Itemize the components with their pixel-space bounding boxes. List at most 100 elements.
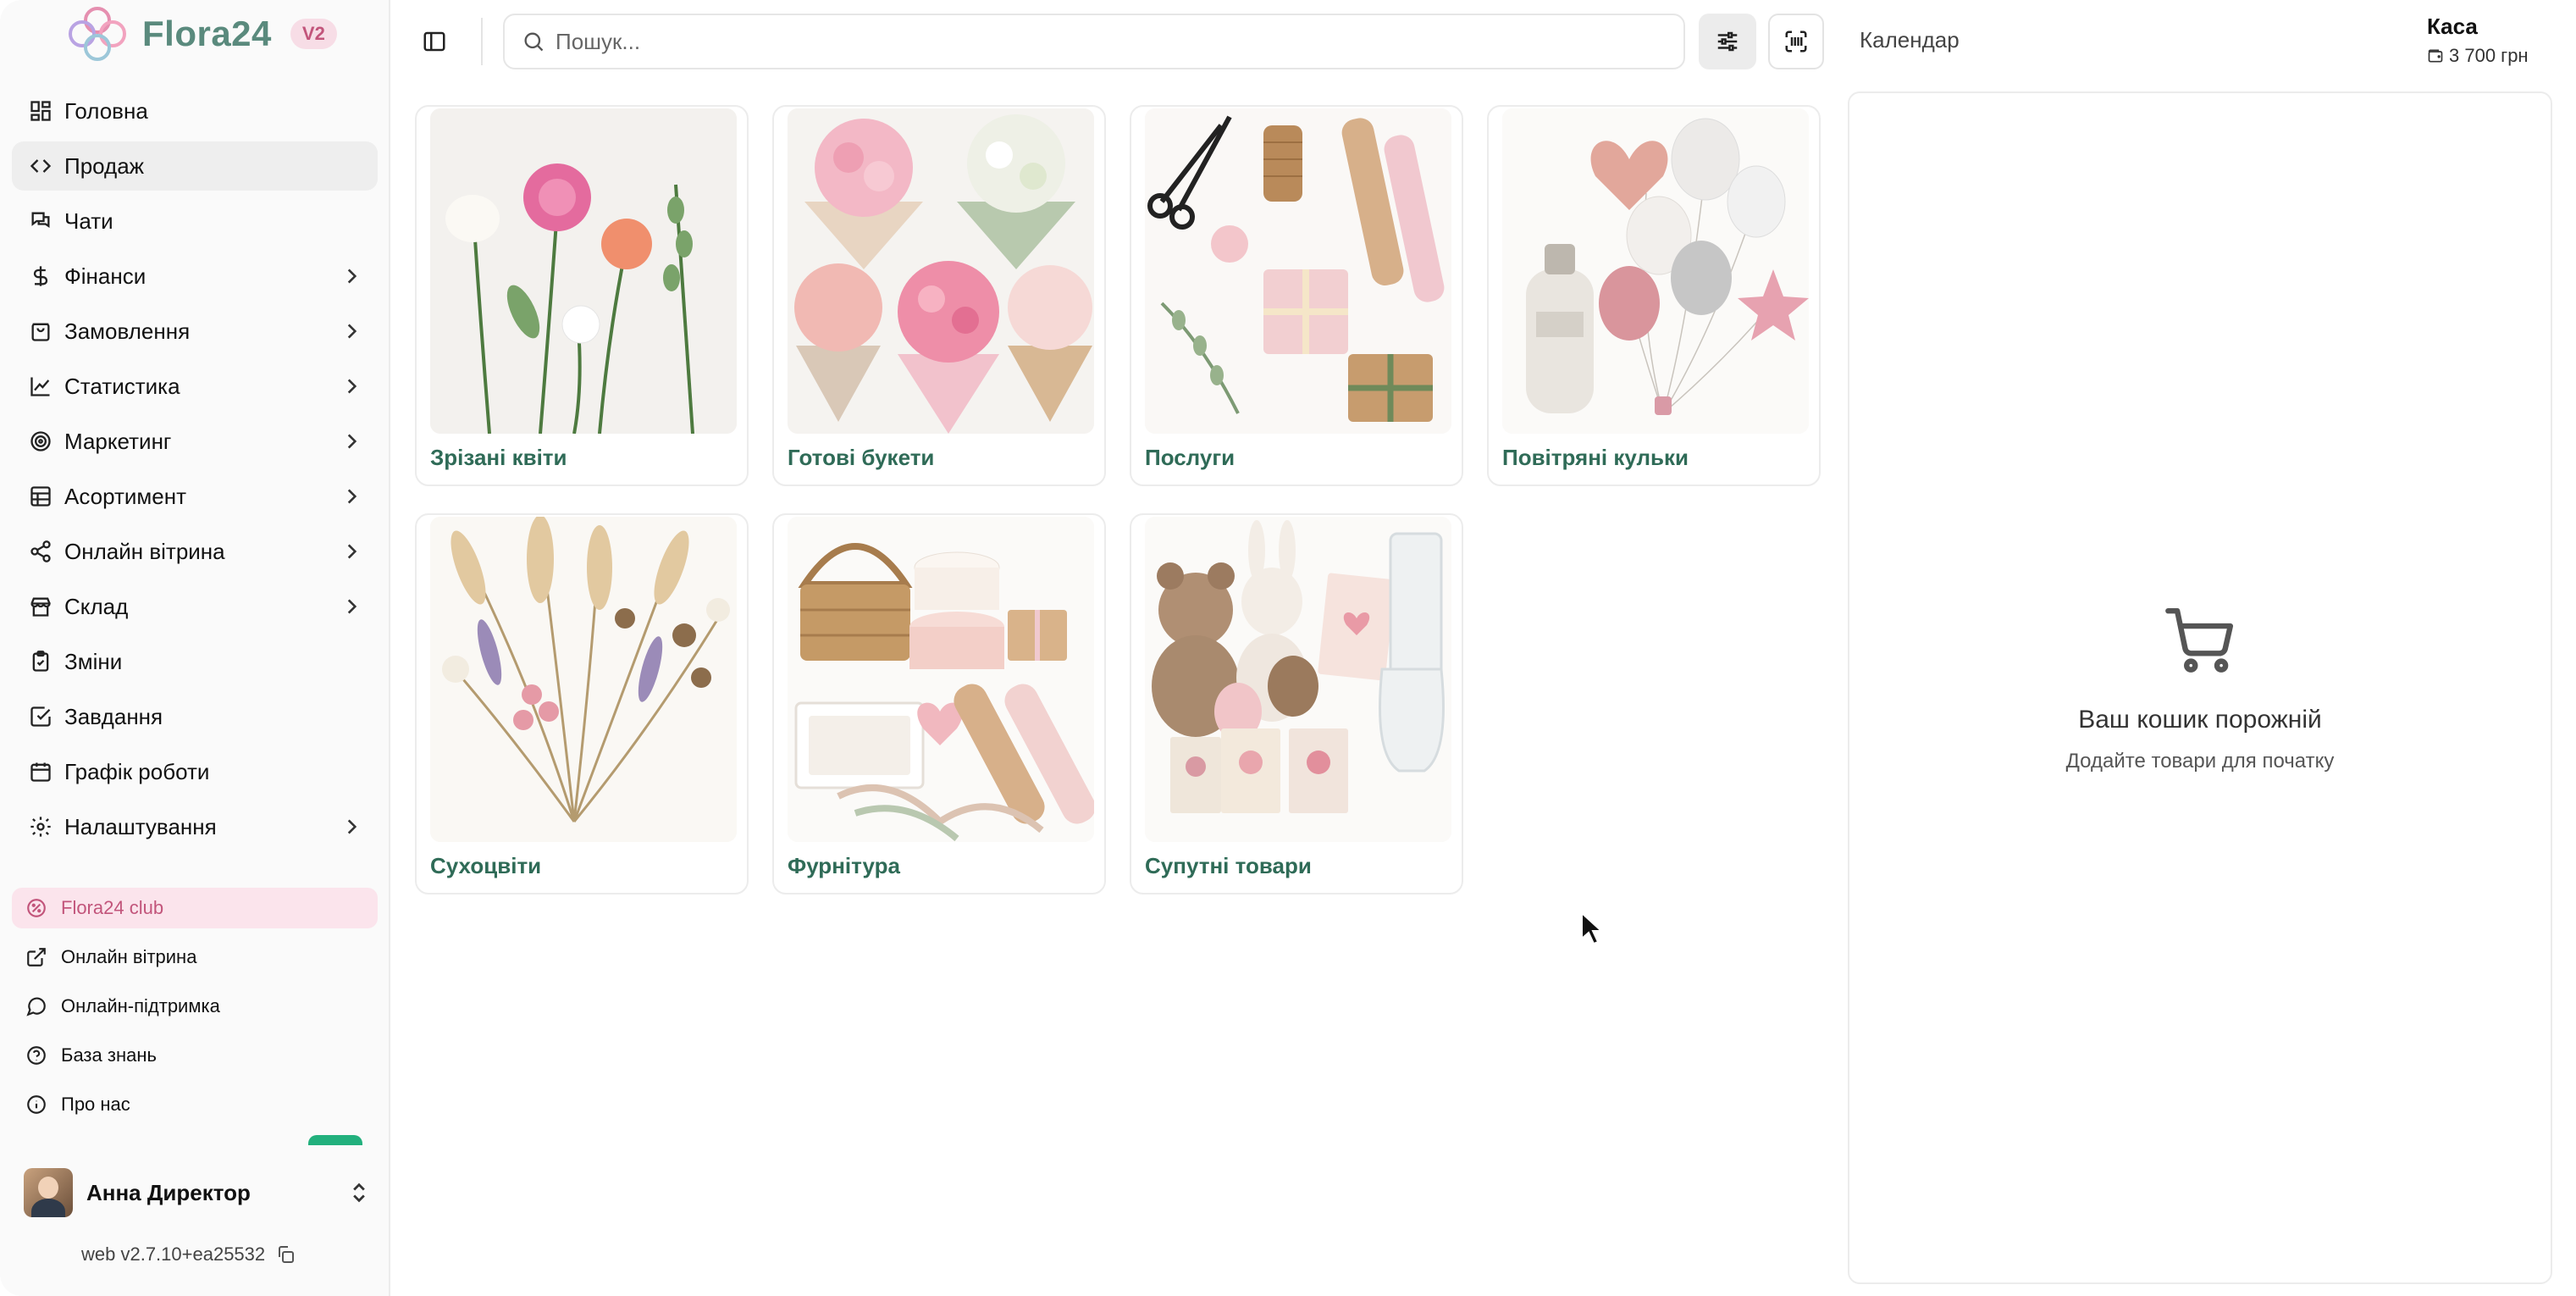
nav-item-settings[interactable]: Налаштування	[12, 802, 378, 851]
chevrons-up-down-icon	[353, 1182, 365, 1203]
nav-item-assortment[interactable]: Асортимент	[12, 472, 378, 521]
grid-icon	[27, 97, 54, 125]
link-label: Про нас	[61, 1094, 130, 1115]
category-label: Послуги	[1145, 445, 1235, 470]
nav-label: Маркетинг	[64, 428, 172, 454]
toolbar-divider	[481, 18, 483, 65]
nav-item-orders[interactable]: Замовлення	[12, 307, 378, 356]
nav-item-home[interactable]: Головна	[12, 86, 378, 136]
version-badge: V2	[290, 19, 337, 49]
search-box[interactable]	[503, 14, 1685, 69]
nav-item-marketing[interactable]: Маркетинг	[12, 417, 378, 466]
calendar-icon	[27, 758, 54, 785]
link-about[interactable]: Про нас	[12, 1084, 378, 1125]
services-image	[1145, 108, 1451, 434]
nav-item-online-store[interactable]: Онлайн вітрина	[12, 527, 378, 576]
chevron-right-icon	[340, 265, 362, 287]
brand[interactable]: Flora24 V2	[64, 3, 337, 64]
sidebar-toggle-button[interactable]	[415, 14, 454, 69]
chevron-right-icon	[340, 595, 362, 618]
chevron-right-icon	[340, 540, 362, 562]
code-icon	[27, 152, 54, 180]
nav-item-sales[interactable]: Продаж	[12, 141, 378, 191]
bag-icon	[27, 318, 54, 345]
user-menu[interactable]: Анна Директор	[24, 1167, 371, 1218]
nav-label: Статистика	[64, 373, 180, 399]
nav-label: Зміни	[64, 648, 123, 674]
nav-label: Асортимент	[64, 483, 187, 509]
nav-item-warehouse[interactable]: Склад	[12, 582, 378, 631]
link-support[interactable]: Онлайн-підтримка	[12, 986, 378, 1027]
chevron-right-icon	[340, 430, 362, 452]
copy-icon[interactable]	[275, 1244, 296, 1265]
nav-label: Налаштування	[64, 813, 217, 839]
help-circle-icon	[25, 1044, 49, 1067]
avatar	[24, 1168, 73, 1217]
category-label: Супутні товари	[1145, 853, 1312, 878]
barcode-scan-button[interactable]	[1768, 14, 1824, 69]
user-name: Анна Директор	[86, 1179, 251, 1205]
link-online-store[interactable]: Онлайн вітрина	[12, 937, 378, 978]
calendar-link[interactable]: Календар	[1860, 27, 1960, 53]
cash-title: Каса	[2427, 14, 2478, 39]
balloons-image	[1502, 108, 1809, 434]
nav-label: Замовлення	[64, 318, 191, 344]
nav-label: Фінанси	[64, 263, 146, 289]
nav-label: Продаж	[64, 152, 145, 179]
category-label: Повітряні кульки	[1502, 445, 1689, 470]
cash-amount-value: 3 700 грн	[2449, 45, 2529, 66]
cart-panel: Ваш кошик порожній Додайте товари для по…	[1848, 91, 2552, 1284]
category-card-dried-flowers[interactable]: Сухоцвіти	[415, 513, 749, 894]
chat-icon	[27, 208, 54, 235]
category-card-bouquets[interactable]: Готові букети	[772, 105, 1106, 486]
wallet-icon	[2428, 49, 2443, 63]
category-card-gifts[interactable]: Супутні товари	[1130, 513, 1463, 894]
cart-empty-title: Ваш кошик порожній	[2078, 706, 2322, 734]
chevron-right-icon	[340, 485, 362, 507]
link-knowledge-base[interactable]: База знань	[12, 1035, 378, 1076]
category-label: Сухоцвіти	[430, 853, 542, 878]
category-card-balloons[interactable]: Повітряні кульки	[1487, 105, 1821, 486]
nav-item-finance[interactable]: Фінанси	[12, 252, 378, 301]
link-label: Flora24 club	[61, 897, 164, 918]
link-label: Онлайн-підтримка	[61, 995, 220, 1016]
nav-label: Склад	[64, 593, 129, 619]
main-nav: Головна Продаж Чати Фінанси Замовлення С…	[12, 86, 378, 857]
chevron-right-icon	[340, 320, 362, 342]
app-window: Flora24 V2 Головна Продаж Чати Фінанси З…	[0, 0, 2576, 1296]
nav-item-shifts[interactable]: Зміни	[12, 637, 378, 686]
category-card-supplies[interactable]: Фурнітура	[772, 513, 1106, 894]
category-card-cut-flowers[interactable]: Зрізані квіти	[415, 105, 749, 486]
check-square-icon	[27, 703, 54, 730]
filter-button[interactable]	[1699, 14, 1756, 69]
nav-item-schedule[interactable]: Графік роботи	[12, 747, 378, 796]
nav-item-tasks[interactable]: Завдання	[12, 692, 378, 741]
dried-flowers-image	[430, 517, 737, 842]
cash-register[interactable]: Каса 3 700 грн	[2427, 14, 2562, 67]
chevron-right-icon	[340, 816, 362, 838]
version-text: web v2.7.10+ea25532	[81, 1243, 266, 1265]
nav-label: Графік роботи	[64, 758, 210, 784]
shopping-cart-icon	[2165, 607, 2234, 673]
mouse-pointer-icon	[1581, 911, 1602, 945]
flower-logo-icon	[69, 7, 126, 61]
target-icon	[27, 428, 54, 455]
toolbar	[415, 14, 1824, 69]
category-card-services[interactable]: Послуги	[1130, 105, 1463, 486]
cart-empty-state: Ваш кошик порожній Додайте товари для по…	[1849, 605, 2551, 773]
search-input[interactable]	[556, 28, 1667, 55]
partial-badge	[308, 1135, 362, 1145]
secondary-links: Flora24 club Онлайн вітрина Онлайн-підтр…	[12, 888, 378, 1133]
nav-label: Головна	[64, 97, 148, 124]
bouquets-image	[788, 108, 1094, 434]
nav-label: Чати	[64, 208, 113, 234]
chevron-right-icon	[340, 375, 362, 397]
nav-item-chats[interactable]: Чати	[12, 197, 378, 246]
search-icon	[524, 32, 544, 52]
external-link-icon	[25, 945, 49, 969]
nav-item-statistics[interactable]: Статистика	[12, 362, 378, 411]
clipboard-icon	[27, 648, 54, 675]
app-version: web v2.7.10+ea25532	[81, 1243, 296, 1266]
supplies-image	[788, 517, 1094, 842]
link-flora-club[interactable]: Flora24 club	[12, 888, 378, 928]
